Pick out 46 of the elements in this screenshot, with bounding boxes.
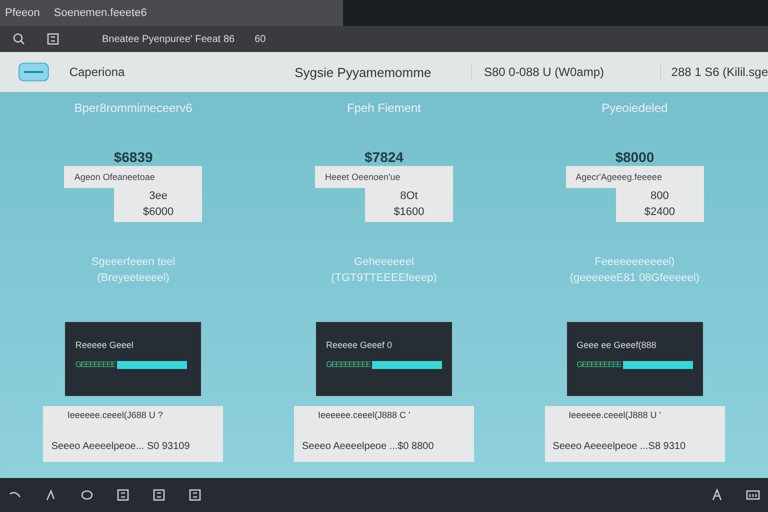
card-total: $2400 bbox=[644, 206, 675, 218]
brand-name: Caperiona bbox=[69, 65, 126, 79]
window-tab[interactable]: Pfeeon Soenemen.feeete6 bbox=[0, 0, 343, 26]
card-label: Heeet Oeenoen'ue bbox=[314, 166, 453, 188]
caption: Geheeeeeel bbox=[354, 256, 414, 268]
column-heading: Bper8rommimeceerv6 bbox=[74, 101, 192, 115]
summary-text: Seeeo Aeeeelpeoe ...$0 8800 bbox=[302, 441, 435, 454]
panel-label: Geee ee Geeef(888 bbox=[576, 340, 658, 350]
caption: Feeeeeeeeeeel) bbox=[594, 256, 675, 268]
caption: (TGT9TTEEEEfeeep) bbox=[331, 272, 437, 284]
card-total: $1600 bbox=[394, 206, 424, 218]
card-quantity: 3ee bbox=[149, 190, 168, 202]
card-quantity: 800 bbox=[650, 190, 669, 202]
tab-title: Pfeeon bbox=[5, 7, 40, 19]
search-icon[interactable] bbox=[12, 32, 26, 46]
note-text: Ieeeeee.ceeel(J688 U ? bbox=[66, 410, 164, 420]
price: $8000 bbox=[615, 149, 654, 165]
column-heading: Pyeoiedeled bbox=[602, 101, 668, 115]
caption: (geeeeeeE81 08Gfeeeeel) bbox=[570, 272, 700, 284]
summary-text: Seeeo Aeeeelpeoe ...S8 9310 bbox=[552, 441, 687, 454]
text-icon[interactable] bbox=[710, 488, 724, 502]
card-label: Ageon Ofeaneetoae bbox=[64, 166, 202, 188]
logo-icon bbox=[18, 61, 50, 83]
header-stat: S80 0-088 U (W0amp) bbox=[470, 65, 660, 79]
summary-text: Seeeo Aeeeelpeoe... S0 93109 bbox=[51, 441, 191, 454]
price: $7824 bbox=[364, 149, 404, 165]
card-total: $6000 bbox=[143, 206, 174, 218]
note-text: Ieeeeee.ceeel(J888 C ' bbox=[316, 410, 412, 420]
bar-label: GEEEEEEEE bbox=[75, 360, 116, 369]
panel-label: Reeeee Geeef 0 bbox=[326, 340, 394, 350]
column-heading: Fpeh Fiement bbox=[346, 101, 422, 115]
keyboard-icon[interactable] bbox=[746, 488, 760, 502]
bar-label: GEEEEEEEEE bbox=[326, 360, 370, 369]
count-label: 60 bbox=[254, 34, 266, 44]
tab-subtitle: Soenemen.feeete6 bbox=[54, 7, 147, 19]
caption: Sgeeerfeeen teel bbox=[91, 256, 176, 268]
card-label: Agecr'Ageeeg.feeeee bbox=[566, 166, 704, 188]
note-text: Ieeeeee.ceeel(J888 U ' bbox=[568, 410, 662, 420]
caption: (Breyeeteeeel) bbox=[97, 272, 170, 284]
card-quantity: 8Ot bbox=[400, 190, 418, 202]
header-title: Sygsie Pyyamemomme bbox=[294, 64, 432, 80]
panel-label: Reeeee Geeel bbox=[75, 340, 134, 350]
bar-label: GEEEEEEEEE bbox=[576, 360, 621, 369]
price: $6839 bbox=[114, 149, 153, 165]
header-stat: 288 1 S6 (Kilil.sge bbox=[660, 65, 768, 79]
breadcrumb: Bneatee Pyenpuree' Feeat 86 bbox=[102, 34, 235, 44]
